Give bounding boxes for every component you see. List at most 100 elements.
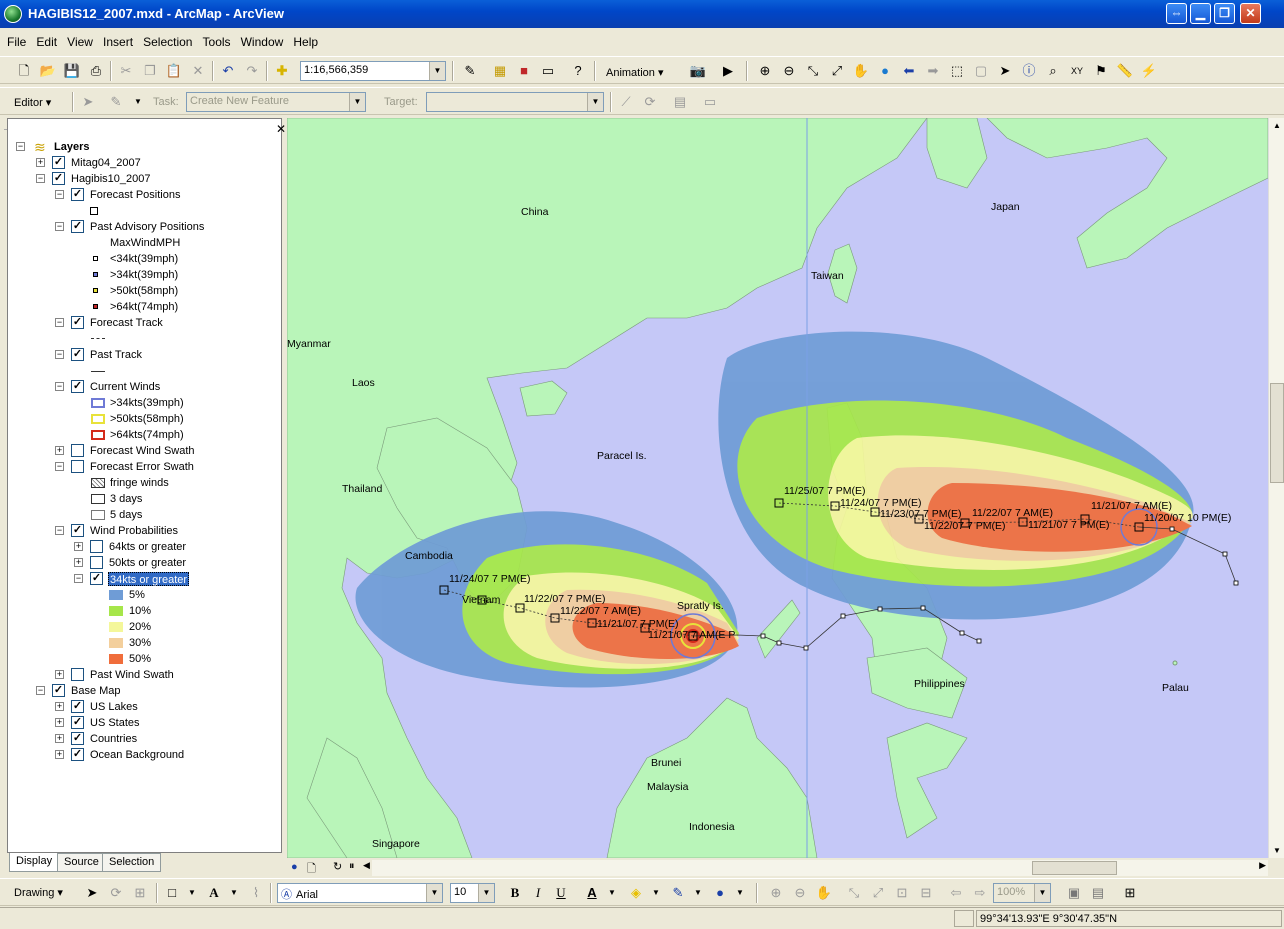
layer-checkbox[interactable]: ✓ — [71, 732, 84, 745]
layer-checkbox[interactable] — [90, 540, 103, 553]
animation-menu[interactable]: Animation ▾ — [606, 66, 664, 79]
chevron-down-icon[interactable]: ▼ — [478, 884, 494, 902]
sketch-properties-icon[interactable]: ▭ — [700, 92, 720, 112]
toc-root-layers[interactable]: Layers — [54, 139, 89, 155]
drawing-menu[interactable]: Drawing ▾ — [14, 886, 63, 899]
minimize-button[interactable]: ▁ — [1190, 3, 1211, 24]
layer-us-lakes[interactable]: US Lakes — [90, 699, 138, 715]
print-icon[interactable]: ⎙ — [86, 61, 106, 81]
fixed-zoom-in-icon[interactable]: ⤡ — [803, 61, 823, 81]
layer-us-states[interactable]: US States — [90, 715, 140, 731]
chevron-down-icon[interactable]: ▼ — [128, 92, 148, 112]
layer-forecast-track[interactable]: Forecast Track — [90, 315, 163, 331]
rotate-icon[interactable]: ⟳ — [106, 883, 126, 903]
full-extent-globe-icon[interactable]: ● — [875, 61, 895, 81]
animation-controls-icon[interactable]: ▶ — [718, 61, 738, 81]
close-button[interactable]: ✕ — [1240, 3, 1261, 24]
close-pane-icon[interactable]: ✕ — [276, 122, 286, 136]
layer-mitag[interactable]: Mitag04_2007 — [71, 155, 141, 171]
layer-checkbox[interactable]: ✓ — [71, 748, 84, 761]
layer-checkbox[interactable]: ✓ — [71, 716, 84, 729]
bold-icon[interactable]: B — [505, 883, 525, 903]
rotate-tool-icon[interactable]: ⟳ — [640, 92, 660, 112]
chevron-down-icon[interactable]: ▼ — [587, 93, 603, 111]
restore-button[interactable]: ❐ — [1214, 3, 1235, 24]
tab-source[interactable]: Source — [57, 853, 106, 872]
zoom-out-icon[interactable]: ⊖ — [779, 61, 799, 81]
pan-hand-icon[interactable]: ✋ — [851, 61, 871, 81]
identify-icon[interactable]: ⓘ — [1019, 61, 1039, 81]
rectangle-icon[interactable]: □ — [162, 883, 182, 903]
edit-vertices-icon[interactable]: ⌇ — [246, 883, 266, 903]
expand-icon[interactable]: + — [55, 718, 64, 727]
edit-arrow-icon[interactable]: ➤ — [78, 92, 98, 112]
add-data-icon[interactable]: ✚ — [272, 61, 292, 81]
find-binoculars-icon[interactable]: ⌕ — [1043, 61, 1063, 81]
layer-checkbox[interactable]: ✓ — [90, 572, 103, 585]
attributes-icon[interactable]: ▤ — [670, 92, 690, 112]
swap-window-button[interactable]: ⇔ — [1166, 3, 1187, 24]
arccatalog-icon[interactable]: ▦ — [490, 61, 510, 81]
chevron-down-icon[interactable]: ▼ — [688, 883, 708, 903]
map-vertical-scrollbar[interactable]: ▲ ▼ — [1268, 118, 1284, 858]
whats-this-icon[interactable]: ? — [568, 61, 588, 81]
editor-menu[interactable]: Editor ▾ — [14, 96, 51, 109]
cut-icon[interactable]: ✂ — [116, 61, 136, 81]
sketch-pencil-icon[interactable]: ✎ — [106, 92, 126, 112]
layer-hagibis[interactable]: Hagibis10_2007 — [71, 171, 151, 187]
refresh-icon[interactable]: ↻ — [333, 860, 342, 873]
collapse-icon[interactable]: − — [55, 350, 64, 359]
next-extent-icon[interactable]: ⇨ — [970, 883, 990, 903]
focus-data-frame-icon[interactable]: ▤ — [1088, 883, 1108, 903]
select-elements-arrow-icon[interactable]: ➤ — [995, 61, 1015, 81]
collapse-icon[interactable]: − — [16, 142, 25, 151]
expand-icon[interactable]: + — [55, 702, 64, 711]
menu-file[interactable]: File — [7, 35, 26, 49]
layer-checkbox[interactable]: ✓ — [71, 188, 84, 201]
menu-window[interactable]: Window — [241, 35, 284, 49]
zoom-percent-combo[interactable]: 100% ▼ — [993, 883, 1051, 903]
layer-checkbox[interactable]: ✓ — [71, 524, 84, 537]
scroll-left-arrow-icon[interactable]: ◀ — [363, 860, 370, 871]
underline-icon[interactable]: U — [551, 883, 571, 903]
scroll-thumb[interactable] — [1032, 861, 1117, 875]
layer-checkbox[interactable]: ✓ — [52, 172, 65, 185]
chevron-down-icon[interactable]: ▼ — [182, 883, 202, 903]
capture-icon[interactable]: 📷 — [688, 61, 708, 81]
fill-color-icon[interactable]: ◈ — [626, 883, 646, 903]
expand-icon[interactable]: + — [36, 158, 45, 167]
layer-checkbox[interactable]: ✓ — [71, 700, 84, 713]
toggle-draft-mode-icon[interactable]: ▣ — [1064, 883, 1084, 903]
layer-checkbox[interactable]: ✓ — [52, 684, 65, 697]
chevron-down-icon[interactable]: ▼ — [602, 883, 622, 903]
layer-past-track[interactable]: Past Track — [90, 347, 142, 363]
scroll-thumb[interactable] — [1270, 383, 1284, 483]
marker-color-icon[interactable]: ● — [710, 883, 730, 903]
split-tool-icon[interactable]: ⟋ — [616, 92, 636, 112]
change-layout-icon[interactable]: ⊞ — [1120, 883, 1140, 903]
layer-checkbox[interactable]: ✓ — [52, 156, 65, 169]
expand-icon[interactable]: + — [74, 542, 83, 551]
zoom-out-fixed-icon[interactable]: ⊖ — [790, 883, 810, 903]
fixed-zoom-out-layout-icon[interactable]: ⊟ — [916, 883, 936, 903]
fixed-zoom-in-layout-icon[interactable]: ⊡ — [892, 883, 912, 903]
target-combo[interactable]: ▼ — [426, 92, 604, 112]
lightning-hyperlink-icon[interactable]: ⚡ — [1139, 61, 1159, 81]
layer-checkbox[interactable] — [71, 444, 84, 457]
chevron-down-icon[interactable]: ▼ — [1034, 884, 1050, 902]
forward-arrow-icon[interactable]: ➡ — [923, 61, 943, 81]
scroll-down-arrow-icon[interactable]: ▼ — [1270, 843, 1284, 858]
select-features-icon[interactable]: ⬚ — [947, 61, 967, 81]
copy-icon[interactable]: ❐ — [140, 61, 160, 81]
chevron-down-icon[interactable]: ▼ — [730, 883, 750, 903]
pause-drawing-icon[interactable]: ⏸ — [349, 860, 355, 873]
scroll-up-arrow-icon[interactable]: ▲ — [1270, 118, 1284, 133]
expand-icon[interactable]: + — [55, 734, 64, 743]
text-tool-icon[interactable]: A — [204, 883, 224, 903]
layer-checkbox[interactable]: ✓ — [71, 316, 84, 329]
layer-wind-probabilities[interactable]: Wind Probabilities — [90, 523, 178, 539]
layer-wp34-selected[interactable]: 34kts or greater — [108, 572, 190, 586]
previous-extent-icon[interactable]: ⇦ — [946, 883, 966, 903]
expand-icon[interactable]: + — [55, 446, 64, 455]
menu-tools[interactable]: Tools — [203, 35, 231, 49]
